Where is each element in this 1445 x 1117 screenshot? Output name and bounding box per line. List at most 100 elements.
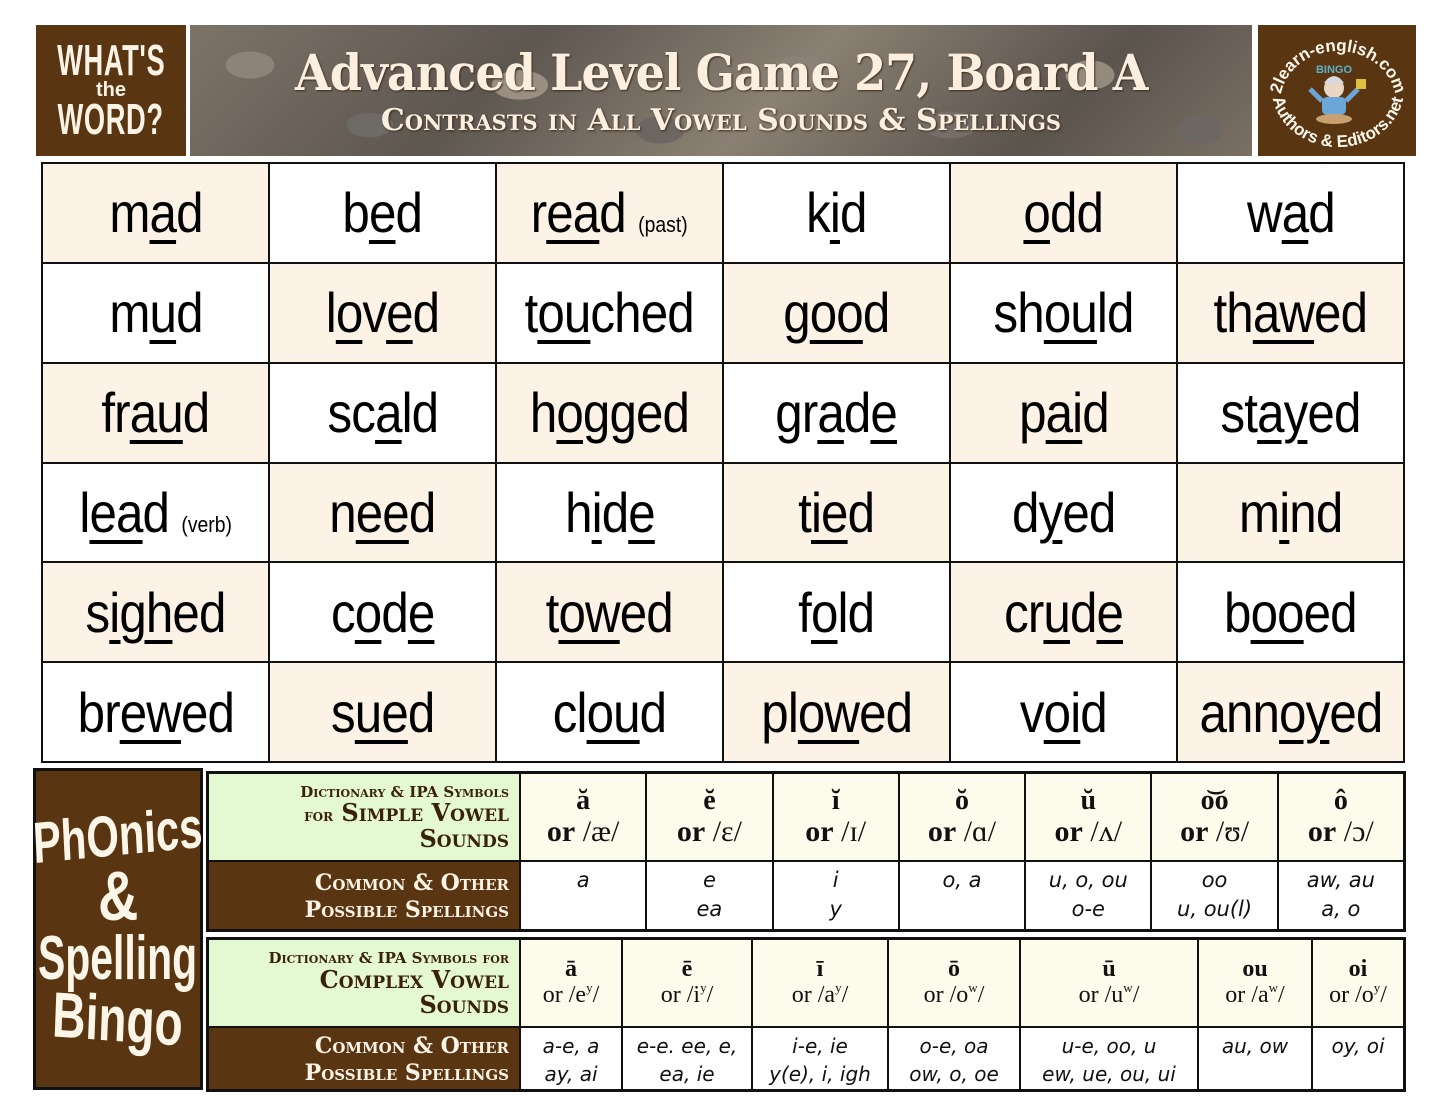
- vowel-spelling-underline: a: [149, 181, 176, 245]
- bingo-cell[interactable]: mind: [1178, 463, 1403, 562]
- ipa-value: /e: [568, 982, 587, 1009]
- bingo-cell[interactable]: void: [951, 663, 1176, 761]
- bingo-word: brewed: [77, 680, 234, 745]
- bingo-word: towed: [545, 580, 674, 645]
- whats-the-word-logo: WHAT'S the WORD?: [36, 25, 186, 156]
- spelling-line: u, ou(l): [1177, 897, 1253, 922]
- vowel-symbol-cell: ŭ or /ʌ/: [1026, 774, 1151, 860]
- bingo-cell[interactable]: thawed: [1178, 263, 1403, 362]
- simple-spellings-label: Common & Other Possible Spellings: [209, 862, 519, 929]
- bingo-cell[interactable]: touched: [497, 263, 722, 362]
- bingo-word: lead (verb): [79, 480, 232, 545]
- vowel-symbol-cell: ĭ or /ɪ/: [773, 774, 898, 860]
- spellings-cell: au, ow: [1199, 1028, 1311, 1089]
- word-prefix: t: [524, 281, 539, 345]
- bingo-cell[interactable]: lead (verb): [43, 463, 268, 562]
- logo-line-3: WORD?: [57, 94, 165, 144]
- spellings-cell: e-e. ee, e, ea, ie: [623, 1028, 751, 1089]
- spellings-cell: a-e, a ay, ai: [521, 1028, 621, 1089]
- bingo-cell[interactable]: sued: [270, 663, 495, 761]
- publisher-logo: 2learn-english.com Authors & Editors.net…: [1258, 25, 1416, 156]
- bingo-cell[interactable]: dyed: [951, 463, 1176, 562]
- bingo-cell[interactable]: stayed: [1178, 363, 1403, 462]
- bingo-cell[interactable]: sighed: [43, 563, 268, 662]
- spellings-cell: u-e, oo, u ew, ue, ou, ui: [1021, 1028, 1197, 1089]
- spellings-cell: e ea: [647, 862, 772, 929]
- bingo-cell[interactable]: grade: [724, 363, 949, 462]
- bingo-cell[interactable]: need: [270, 463, 495, 562]
- bingo-cell[interactable]: mud: [43, 263, 268, 362]
- vowel-spelling-underline: ow: [797, 680, 860, 744]
- bingo-word: sighed: [85, 580, 227, 645]
- ipa-symbol: or /æ/: [547, 815, 620, 848]
- word-suffix: ld: [401, 381, 438, 445]
- bingo-word: should: [994, 280, 1135, 345]
- bingo-cell[interactable]: towed: [497, 563, 722, 662]
- word-middle: d: [844, 381, 871, 445]
- bingo-cell[interactable]: crude: [951, 563, 1176, 662]
- word-prefix: t: [545, 580, 560, 644]
- bingo-cell[interactable]: read (past): [497, 164, 722, 262]
- bingo-word: sued: [331, 680, 435, 745]
- bingo-cell[interactable]: annoyed: [1178, 663, 1403, 761]
- spellings-cell: aw, au a, o: [1278, 862, 1403, 929]
- word-suffix: ed: [858, 680, 913, 744]
- bingo-cell[interactable]: cloud: [497, 663, 722, 761]
- bingo-word: need: [329, 480, 436, 545]
- or-word: or: [805, 814, 834, 848]
- vowel-symbol-cell: ĕ or /ɛ/: [647, 774, 772, 860]
- word-suffix: ed: [1307, 381, 1361, 445]
- bingo-word: dyed: [1012, 480, 1116, 545]
- bingo-cell[interactable]: plowed: [724, 663, 949, 761]
- vowel-symbol-cell: ŏ or /ɑ/: [899, 774, 1025, 860]
- ipa-glide: w: [1268, 980, 1279, 996]
- bingo-cell[interactable]: mad: [43, 164, 268, 262]
- vowel-spelling-underline: ie: [811, 480, 848, 544]
- word-prefix: k: [806, 181, 831, 245]
- word-middle: d: [381, 580, 408, 644]
- ipa-symbol: or /iy/: [660, 980, 714, 1009]
- ipa-symbol: or /ʊ/: [1180, 815, 1249, 848]
- bingo-cell[interactable]: odd: [951, 164, 1176, 262]
- bingo-cell[interactable]: hogged: [497, 363, 722, 462]
- bingo-cell[interactable]: scald: [270, 363, 495, 462]
- bingo-cell[interactable]: bed: [270, 164, 495, 262]
- bingo-cell[interactable]: should: [951, 263, 1176, 362]
- word-prefix: v: [1020, 680, 1045, 744]
- spelling-line: ea, ie: [659, 1062, 715, 1086]
- bingo-cell[interactable]: code: [270, 563, 495, 662]
- word-prefix: g: [783, 281, 810, 345]
- bingo-cell[interactable]: paid: [951, 363, 1176, 462]
- bingo-cell[interactable]: booed: [1178, 563, 1403, 662]
- bingo-cell[interactable]: good: [724, 263, 949, 362]
- vowel-spelling-underline: i: [1279, 480, 1290, 544]
- word-prefix: s: [85, 580, 111, 644]
- bingo-cell[interactable]: brewed: [43, 663, 268, 761]
- spellings-cell: a: [521, 862, 646, 929]
- bingo-cell[interactable]: kid: [724, 164, 949, 262]
- bingo-cell[interactable]: fraud: [43, 363, 268, 462]
- vowel-spelling-underline: aw: [1253, 281, 1315, 345]
- vowel-symbol-cell: o͝o or /ʊ/: [1152, 774, 1277, 860]
- spelling-line: o-e: [1071, 897, 1105, 922]
- dictionary-symbol: o͝o: [1200, 784, 1229, 816]
- bingo-cell[interactable]: hide: [497, 463, 722, 562]
- word-suffix: d: [182, 381, 210, 445]
- dictionary-symbol: oi: [1348, 956, 1368, 983]
- word-prefix: t: [798, 480, 813, 544]
- spelling-line: ay, ai: [544, 1062, 598, 1086]
- bingo-word: grade: [776, 380, 899, 445]
- ipa-glide: y: [1373, 980, 1381, 996]
- spellings-cell: o, a: [899, 862, 1025, 929]
- word-middle: d: [1069, 580, 1097, 644]
- bingo-word: code: [331, 580, 435, 645]
- word-prefix: br: [77, 680, 120, 744]
- label-line: Complex Vowel: [319, 964, 509, 994]
- ipa-value: /a: [817, 982, 836, 1009]
- word-prefix: r: [531, 181, 547, 245]
- bingo-cell[interactable]: fold: [724, 563, 949, 662]
- bingo-cell[interactable]: loved: [270, 263, 495, 362]
- ipa-value: /u: [1104, 982, 1124, 1009]
- bingo-cell[interactable]: wad: [1178, 164, 1403, 262]
- bingo-cell[interactable]: tied: [724, 463, 949, 562]
